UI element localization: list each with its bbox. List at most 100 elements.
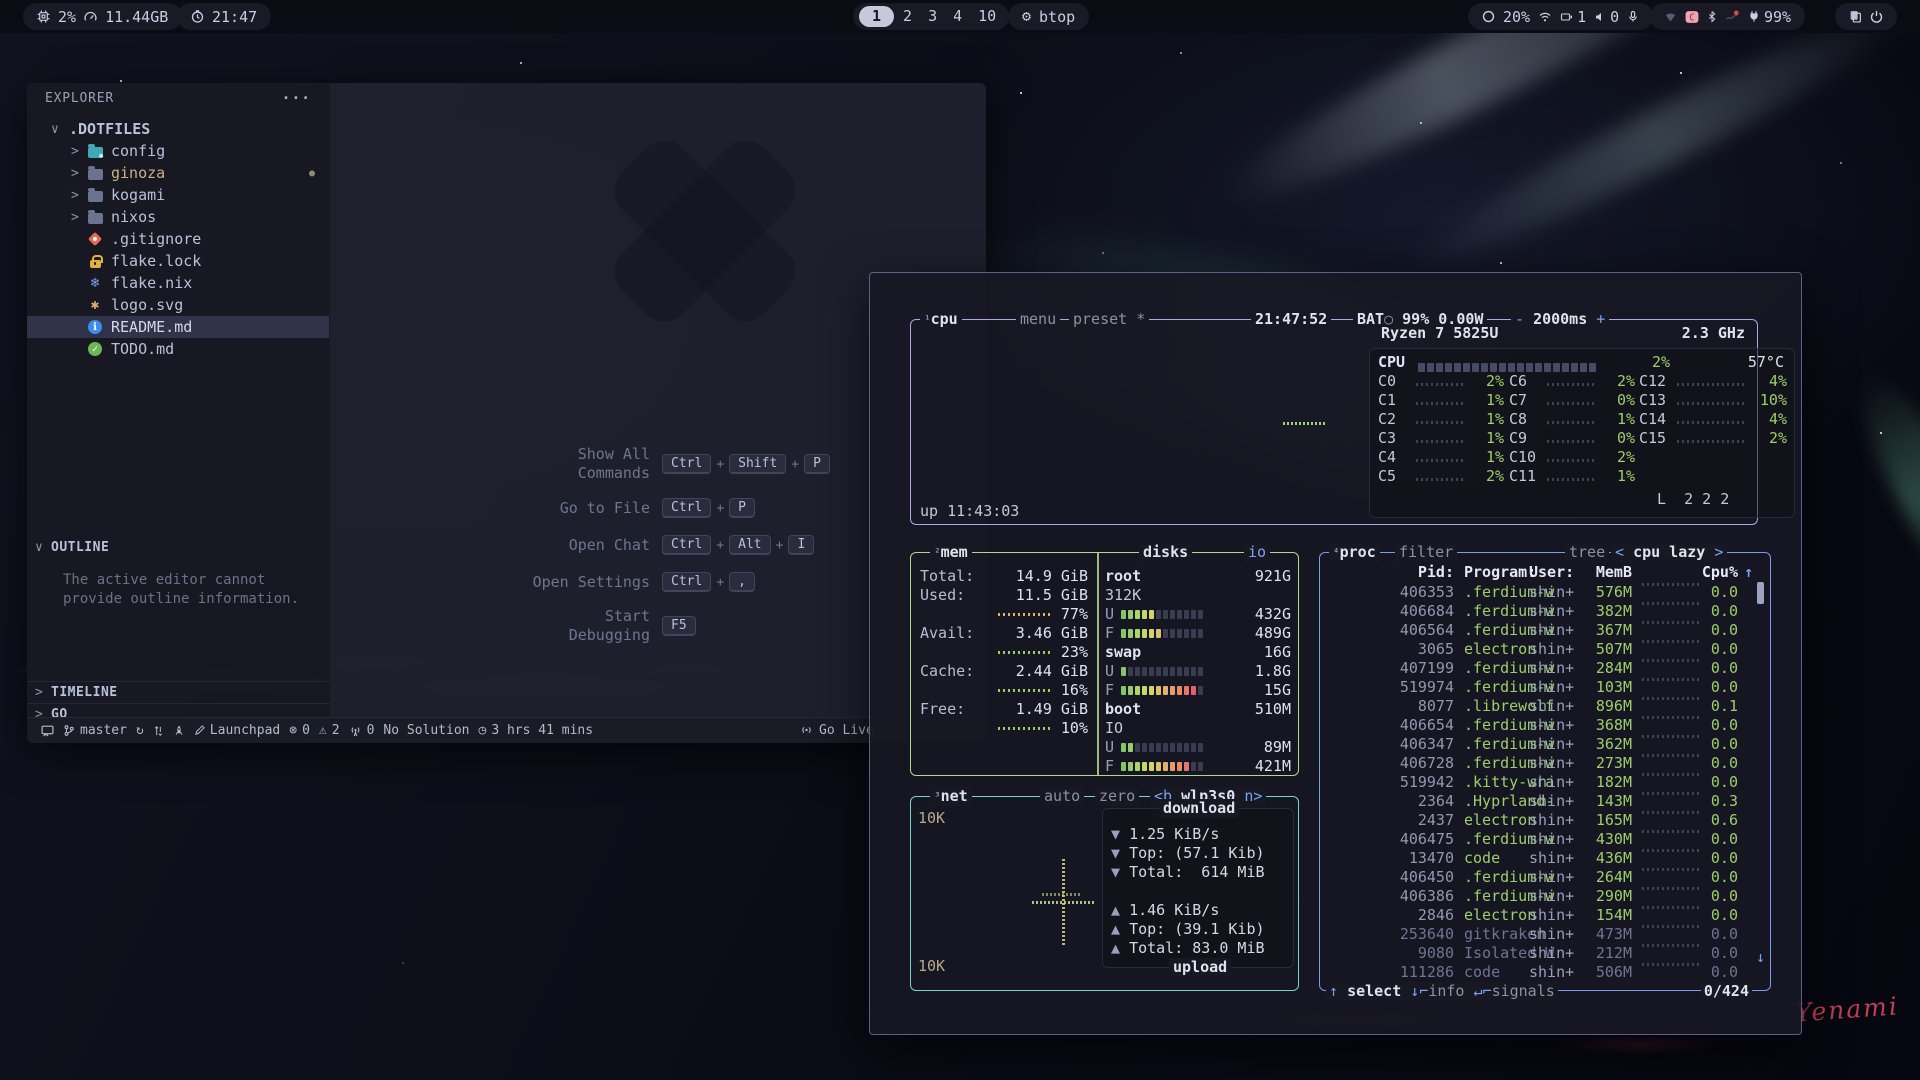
disk-stats: root921G312KU432GF489Gswap16GU1.8GF15Gbo… — [1105, 567, 1291, 776]
meter-block — [1177, 743, 1182, 752]
tree-item-config[interactable]: >config — [27, 140, 329, 162]
disk-meter-value: 421M — [1255, 757, 1291, 776]
statusbar-item-launchpad[interactable]: Launchpad — [194, 723, 280, 738]
workspace-1[interactable]: 1 — [859, 6, 894, 27]
process-row: 406353.ferdium-wshin+576M0.0 — [1320, 583, 1770, 602]
workspace-4[interactable]: 4 — [946, 6, 969, 27]
meter-block — [1463, 363, 1470, 372]
col-program[interactable]: Program: — [1464, 563, 1536, 582]
preset-button[interactable]: preset * — [1069, 310, 1149, 329]
memory-stats: Total:14.9 GiBUsed:11.5 GiB77%Avail:3.46… — [920, 567, 1088, 738]
meter-block — [1526, 363, 1533, 372]
meter-block — [1472, 363, 1479, 372]
tree-item-flake.lock[interactable]: flake.lock — [27, 250, 329, 272]
refresh-rate-control[interactable]: - 2000ms + — [1511, 310, 1609, 329]
statusbar-item-0[interactable]: 0 — [349, 723, 375, 738]
key-Ctrl: Ctrl — [662, 498, 711, 518]
statusbar-item-label: 2 — [332, 723, 340, 738]
meter-block — [1135, 743, 1140, 752]
col-cpu[interactable]: Cpu% — [1678, 563, 1738, 582]
proc-tree-button[interactable]: tree — [1565, 543, 1609, 562]
statusbar-item-2[interactable]: ⚠2 — [319, 723, 340, 738]
mem-stat-value: 14.9 GiB — [1016, 567, 1088, 586]
mem-tab-button[interactable]: ²mem — [930, 543, 972, 562]
disk-name-row: swap16G — [1105, 643, 1291, 662]
tree-item-.gitignore[interactable]: .gitignore — [27, 228, 329, 250]
keyboard-layout-icon — [1560, 11, 1573, 23]
explorer-more-actions-icon[interactable]: ··· — [282, 89, 312, 107]
process-cpu: 0.0 — [1678, 887, 1738, 906]
tree-item-kogami[interactable]: >kogami — [27, 184, 329, 206]
tree-item-flake.nix[interactable]: ❄flake.nix — [27, 272, 329, 294]
system-stats-pill[interactable]: 2% 11.44GB — [23, 3, 182, 30]
microphone-icon — [1627, 10, 1639, 23]
net-scale-top: 10K — [918, 809, 945, 828]
wallpaper-mint-streak — [1841, 362, 1920, 622]
process-mem: 506M — [1562, 963, 1632, 982]
statusbar-item[interactable]: ↻ — [136, 723, 144, 738]
disk-F-row: F421M — [1105, 757, 1291, 776]
active-window-pill[interactable]: ⚙ btop — [1008, 3, 1089, 30]
core-name: C1 — [1378, 391, 1416, 410]
statusbar-item[interactable] — [153, 725, 164, 737]
menu-button[interactable]: menu — [1016, 310, 1060, 329]
tree-item-TODO.md[interactable]: ✓TODO.md — [27, 338, 329, 360]
tray-status-pill[interactable]: C 99% — [1650, 3, 1805, 30]
process-mem: 165M — [1562, 811, 1632, 830]
process-mem: 154M — [1562, 906, 1632, 925]
process-program: electron — [1464, 640, 1536, 659]
workspace-3[interactable]: 3 — [921, 6, 944, 27]
proc-footer-keys[interactable]: ↑ select ↓⌐info ↵⌐signals — [1326, 982, 1558, 1001]
statusbar-item-no-solution[interactable]: No Solution — [383, 723, 469, 738]
col-pid[interactable]: Pid: — [1320, 563, 1454, 582]
timeline-section-header[interactable]: > TIMELINE — [27, 681, 330, 703]
statusbar-item-0[interactable]: ⊗0 — [289, 723, 310, 738]
process-row: 406728.ferdium-wshin+273M0.0 — [1320, 754, 1770, 773]
meter-block — [1544, 363, 1551, 372]
workspace-2[interactable]: 2 — [896, 6, 919, 27]
outline-section-header[interactable]: ∨ OUTLINE — [27, 536, 330, 558]
process-pid: 9080 — [1320, 944, 1454, 963]
clock-pill[interactable]: 21:47 — [177, 3, 271, 30]
proc-scrollbar[interactable] — [1757, 582, 1764, 604]
meter-block — [1184, 629, 1189, 638]
shortcut-row: Open SettingsCtrl+, — [425, 570, 905, 594]
net-auto-button[interactable]: auto — [1040, 787, 1084, 806]
disks-toggle-button[interactable]: disks — [1139, 543, 1192, 562]
scroll-down-icon[interactable]: ↓ — [1756, 948, 1765, 967]
statusbar-item-label: master — [80, 723, 127, 738]
tree-root-item[interactable]: ∨.DOTFILES — [27, 118, 329, 140]
process-cpu: 0.0 — [1678, 849, 1738, 868]
net-zero-button[interactable]: zero — [1095, 787, 1139, 806]
statusbar-item[interactable] — [41, 724, 54, 737]
io-mode-button[interactable]: io — [1244, 543, 1270, 562]
tray-controls-pill[interactable]: 20% 1 0 — [1468, 3, 1653, 30]
process-pid: 519974 — [1320, 678, 1454, 697]
tree-item-label: TODO.md — [111, 340, 174, 358]
shortcut-label: Show AllCommands — [425, 445, 650, 483]
proc-filter-button[interactable]: filter — [1395, 543, 1457, 562]
disk-meter-letter: U — [1105, 738, 1121, 757]
tray-power-pill[interactable] — [1835, 3, 1897, 30]
core-graph-dots — [1547, 478, 1595, 481]
proc-sort-selector[interactable]: < cpu lazy > — [1611, 543, 1727, 562]
proc-tab-button[interactable]: ⁴proc — [1329, 543, 1380, 562]
shortcut-row: StartDebuggingF5 — [425, 607, 905, 645]
bluetooth-icon — [1707, 10, 1717, 23]
tree-item-nixos[interactable]: >nixos — [27, 206, 329, 228]
go-live-button[interactable]: Go Live — [800, 717, 874, 743]
col-memb[interactable]: MemB — [1562, 563, 1632, 582]
svg-icon: ✱ — [87, 297, 103, 313]
workspace-10[interactable]: 10 — [971, 6, 1003, 27]
tree-item-ginoza[interactable]: >ginoza● — [27, 162, 329, 184]
statusbar-item-label: 3 hrs 41 mins — [491, 723, 593, 738]
info-icon: i — [87, 319, 103, 335]
cpu-tab-button[interactable]: ¹cpu — [920, 310, 962, 329]
tree-item-logo.svg[interactable]: ✱logo.svg — [27, 294, 329, 316]
net-tab-button[interactable]: ³net — [930, 787, 972, 806]
statusbar-item-master[interactable]: master — [63, 723, 127, 738]
tree-item-README.md[interactable]: iREADME.md — [27, 316, 329, 338]
statusbar-item-3-hrs-41-mins[interactable]: ◷3 hrs 41 mins — [478, 723, 593, 738]
statusbar-item[interactable] — [173, 725, 185, 737]
meter-block — [1191, 762, 1196, 771]
